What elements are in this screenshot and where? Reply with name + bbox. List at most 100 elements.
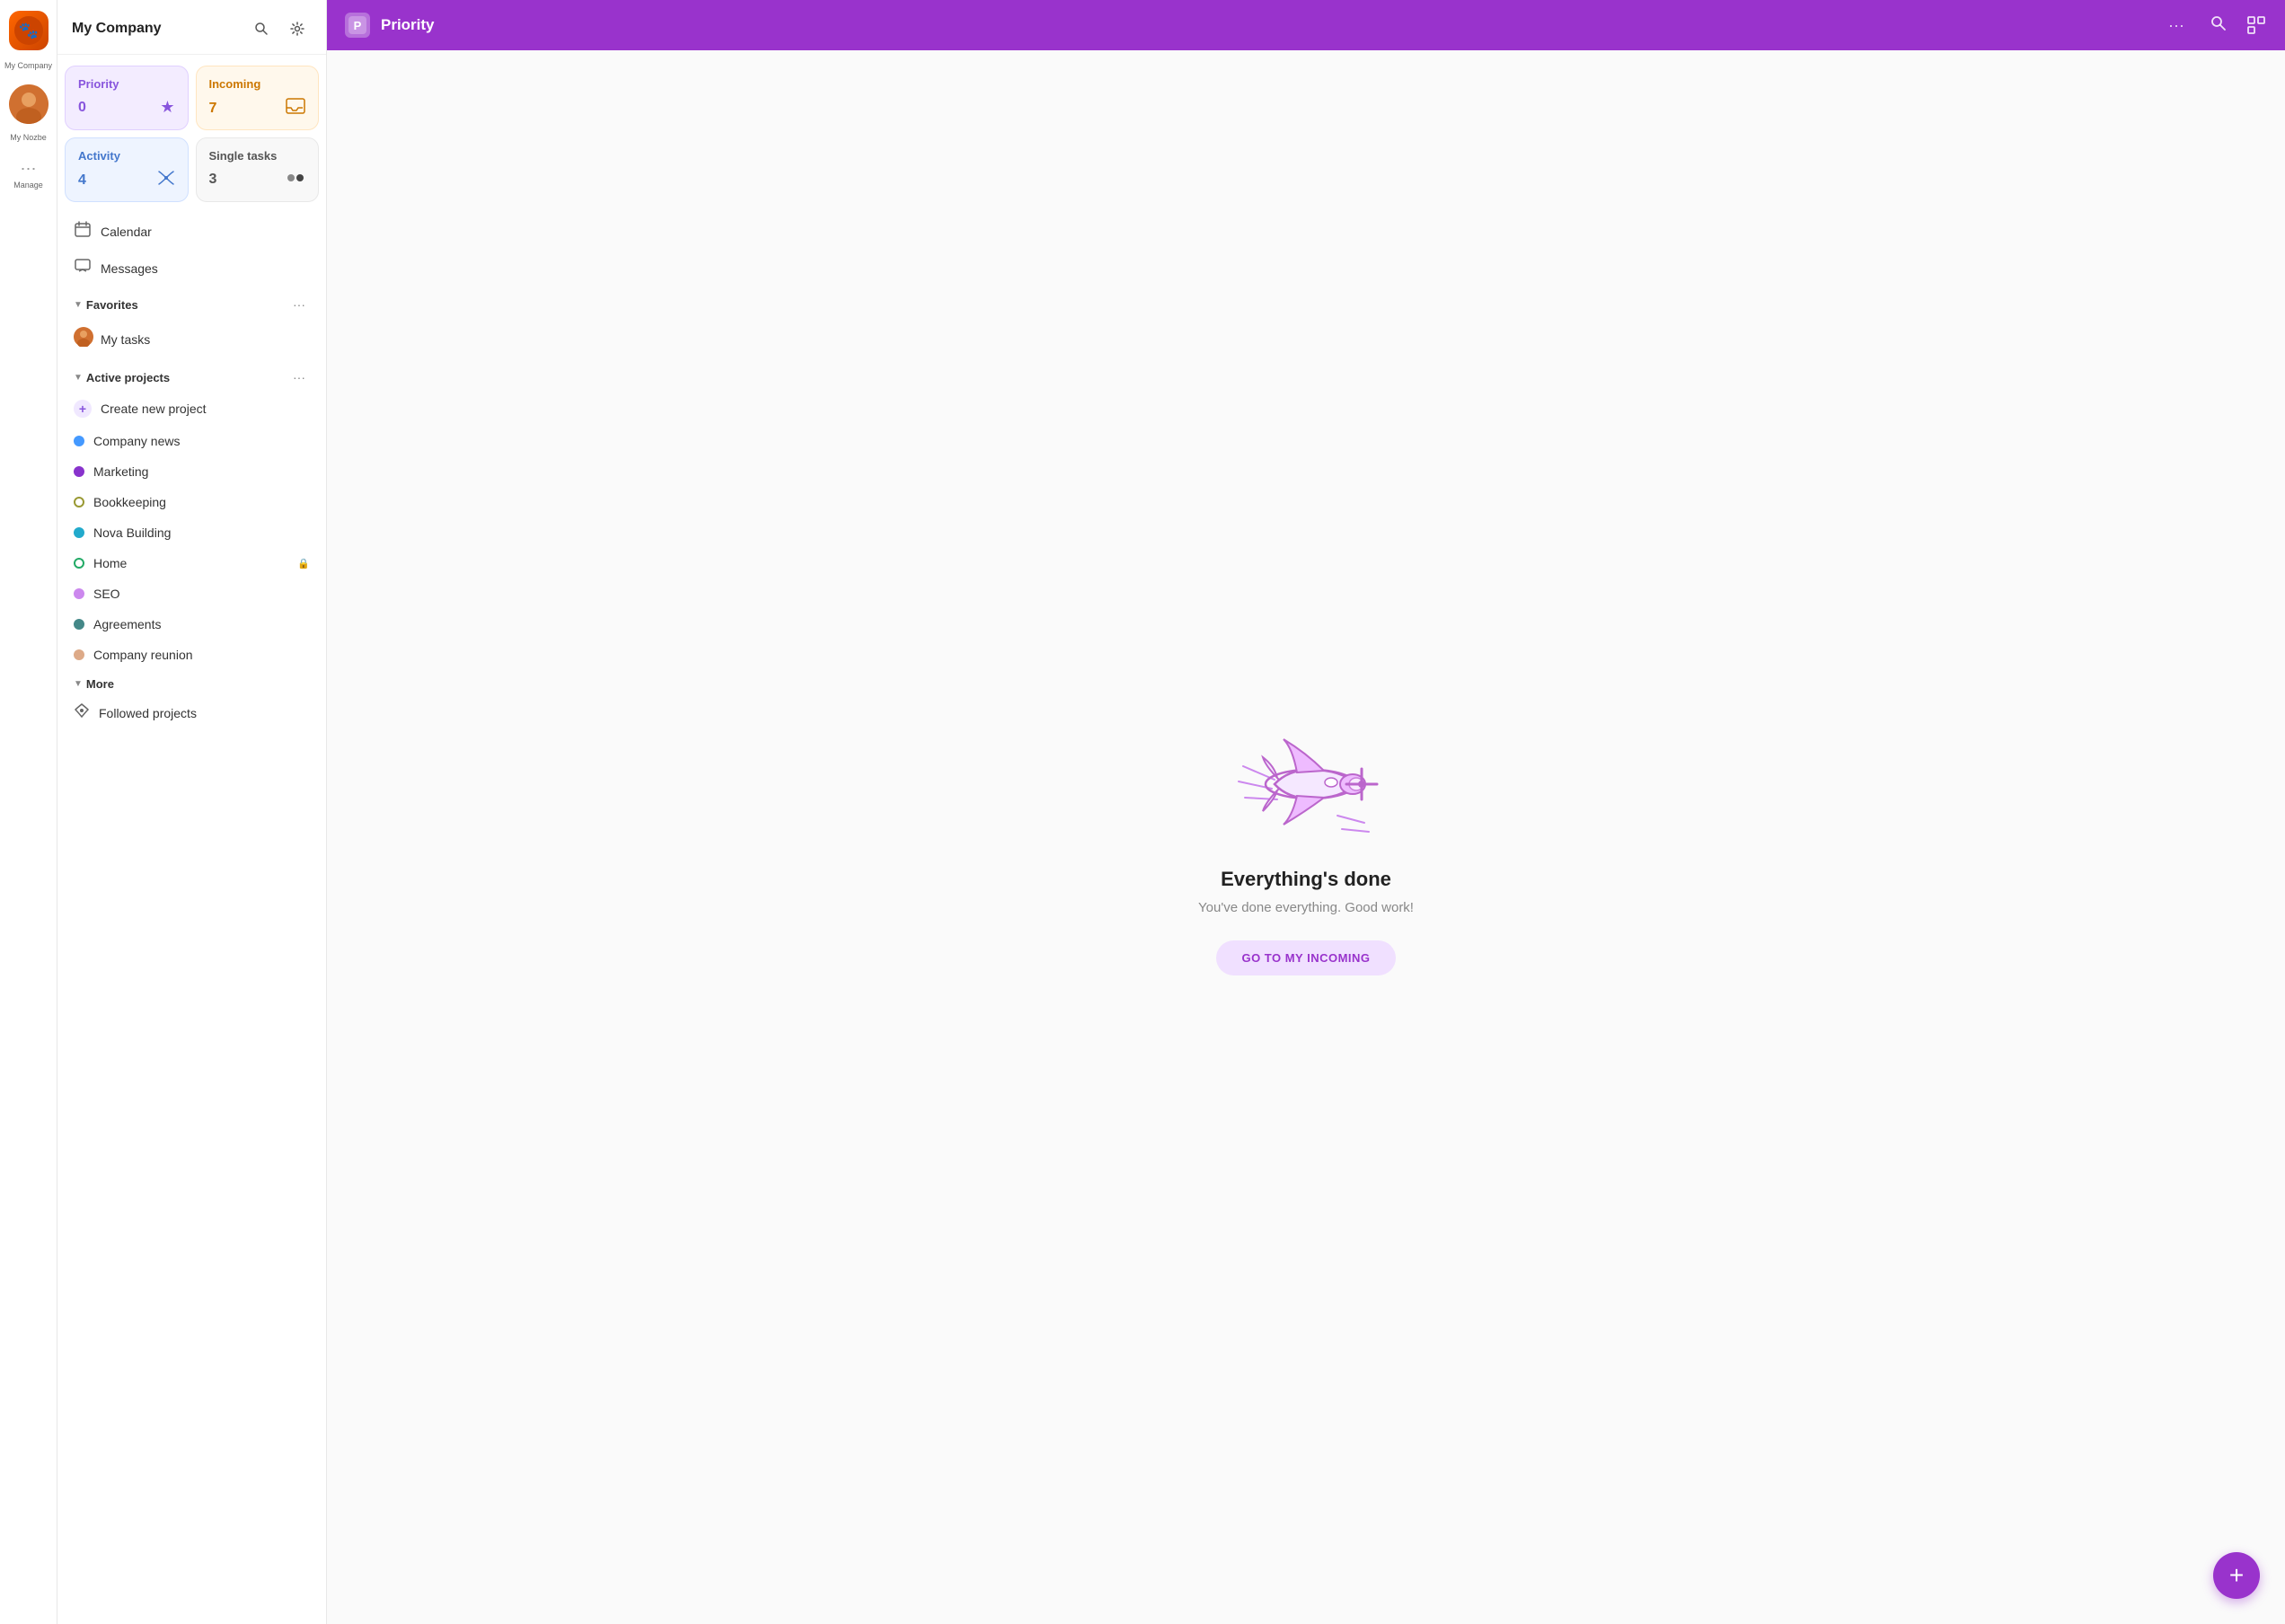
project-marketing[interactable]: Marketing [65,456,319,487]
favorites-section-title-group: ▼ Favorites [74,298,138,312]
company-name-label: My Company [4,61,52,70]
agreements-label: Agreements [93,617,310,631]
company-reunion-label: Company reunion [93,648,310,662]
empty-state-subtitle: You've done everything. Good work! [1198,900,1414,915]
project-agreements[interactable]: Agreements [65,609,319,640]
calendar-label: Calendar [101,225,152,239]
sidebar-title: My Company [72,21,162,37]
single-tasks-card-footer: 3 [209,170,306,189]
icon-sidebar: 🐾 My Company My Nozbe ⋯ Manage [0,0,57,1624]
more-section-label: More [86,677,114,691]
bookkeeping-dot [74,497,84,508]
main-header-more-button[interactable]: ··· [2161,13,2192,39]
svg-text:P: P [354,19,362,32]
home-label: Home [93,556,288,570]
bookkeeping-label: Bookkeeping [93,495,310,509]
nozbe-label: My Nozbe [10,133,47,142]
go-to-incoming-button[interactable]: GO TO MY INCOMING [1216,940,1395,975]
more-chevron-icon: ▼ [74,679,83,689]
activity-card[interactable]: Activity 4 [65,137,189,202]
cards-grid: Priority 0 ★ Incoming 7 [65,66,319,202]
view-toggle-icon[interactable] [2245,14,2267,36]
incoming-inbox-icon [286,98,305,119]
sidebar-header: My Company [57,0,326,55]
more-section-header[interactable]: ▼ More [65,670,319,694]
home-lock-icon: 🔒 [297,558,310,569]
company-logo[interactable]: 🐾 [9,11,49,50]
calendar-nav-item[interactable]: Calendar [65,213,319,250]
main-header-search-button[interactable] [2202,11,2235,40]
activity-card-label: Activity [78,149,175,163]
active-projects-section-header[interactable]: ▼ Active projects ··· [65,359,319,392]
followed-projects-label: Followed projects [99,706,197,720]
marketing-label: Marketing [93,464,310,479]
manage-label: Manage [13,181,43,190]
manage-dots-icon: ⋯ [21,160,37,179]
messages-nav-item[interactable]: Messages [65,250,319,287]
incoming-card-label: Incoming [209,77,306,91]
more-section-title-group: ▼ More [74,677,114,691]
seo-dot [74,588,84,599]
company-news-label: Company news [93,434,310,448]
main-content: P Priority ··· [327,0,2285,1624]
create-project-label: Create new project [101,402,310,416]
messages-icon [74,258,92,278]
active-projects-section-label: Active projects [86,371,170,384]
settings-button[interactable] [283,14,312,43]
agreements-dot [74,619,84,630]
fab-plus-icon: + [2229,1561,2244,1590]
incoming-card-footer: 7 [209,98,306,119]
create-project-plus-icon: + [74,400,92,418]
activity-feed-icon [157,170,175,190]
priority-star-icon: ★ [160,98,174,117]
sidebar-content: Priority 0 ★ Incoming 7 [57,55,326,1624]
project-nova-building[interactable]: Nova Building [65,517,319,548]
nova-building-label: Nova Building [93,525,310,540]
project-bookkeeping[interactable]: Bookkeeping [65,487,319,517]
main-body: Everything's done You've done everything… [327,50,2285,1624]
single-tasks-card[interactable]: Single tasks 3 [196,137,320,202]
project-home[interactable]: Home 🔒 [65,548,319,578]
favorites-more-button[interactable]: ··· [288,294,310,315]
priority-card[interactable]: Priority 0 ★ [65,66,189,130]
priority-card-label: Priority [78,77,175,91]
priority-card-count: 0 [78,100,86,116]
empty-state-title: Everything's done [1221,868,1391,891]
followed-projects-item[interactable]: Followed projects [65,694,319,731]
search-button[interactable] [247,14,276,43]
single-tasks-card-label: Single tasks [209,149,306,163]
plane-illustration [1225,699,1387,843]
my-tasks-label: My tasks [101,332,150,347]
manage-item[interactable]: ⋯ Manage [10,156,47,193]
activity-card-count: 4 [78,172,86,189]
create-project-item[interactable]: + Create new project [65,392,319,426]
company-reunion-dot [74,649,84,660]
main-header-title: Priority [381,16,2150,34]
my-tasks-item[interactable]: My tasks [65,319,319,359]
svg-text:🐾: 🐾 [18,22,38,40]
my-tasks-avatar [74,327,92,351]
nova-building-dot [74,527,84,538]
user-avatar[interactable] [9,84,49,124]
project-company-reunion[interactable]: Company reunion [65,640,319,670]
active-projects-more-button[interactable]: ··· [288,366,310,388]
company-news-dot [74,436,84,446]
fab-add-button[interactable]: + [2213,1552,2260,1599]
messages-label: Messages [101,261,158,276]
sidebar-header-actions [247,14,312,43]
single-tasks-card-count: 3 [209,172,217,188]
activity-card-footer: 4 [78,170,175,190]
incoming-card-count: 7 [209,101,217,117]
seo-label: SEO [93,587,310,601]
favorites-chevron-icon: ▼ [74,300,83,310]
favorites-section-label: Favorites [86,298,138,312]
active-projects-title-group: ▼ Active projects [74,371,170,384]
main-header-logo: P [345,13,370,38]
project-seo[interactable]: SEO [65,578,319,609]
priority-card-footer: 0 ★ [78,98,175,117]
project-company-news[interactable]: Company news [65,426,319,456]
calendar-icon [74,221,92,242]
marketing-dot [74,466,84,477]
favorites-section-header[interactable]: ▼ Favorites ··· [65,287,319,319]
incoming-card[interactable]: Incoming 7 [196,66,320,130]
